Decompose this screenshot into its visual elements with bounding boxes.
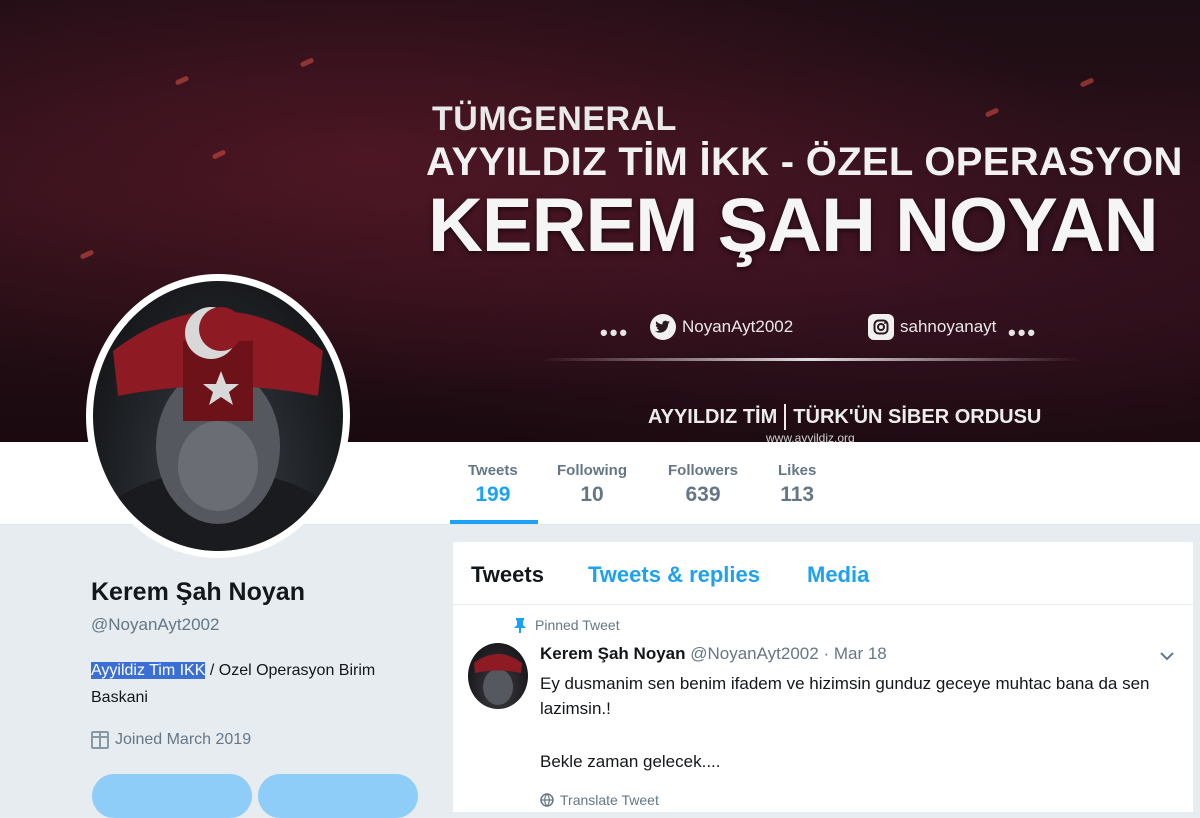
tweet-author-handle[interactable]: @NoyanAyt2002 bbox=[690, 644, 818, 663]
avatar-image bbox=[93, 281, 343, 551]
stat-following[interactable]: Following 10 bbox=[557, 462, 627, 507]
tweet-text: Ey dusmanim sen benim ifadem ve hizimsin… bbox=[540, 674, 1150, 718]
instagram-icon bbox=[868, 314, 894, 340]
tab-tweets-and-replies[interactable]: Tweets & replies bbox=[588, 562, 760, 588]
ember-decoration bbox=[174, 75, 190, 86]
tweet-header: Kerem Şah Noyan @NoyanAyt2002 · Mar 18 bbox=[540, 644, 887, 664]
tweet-author-avatar[interactable] bbox=[468, 643, 528, 709]
calendar-icon bbox=[91, 731, 109, 749]
tab-media[interactable]: Media bbox=[807, 562, 869, 588]
joined-date: Joined March 2019 bbox=[91, 731, 251, 749]
pinned-tweet-label: Pinned Tweet bbox=[513, 617, 620, 633]
chevron-down-icon[interactable] bbox=[1159, 648, 1175, 664]
profile-handle: @NoyanAyt2002 bbox=[91, 615, 220, 634]
banner-footer-separator bbox=[784, 404, 787, 430]
follow-button[interactable] bbox=[92, 774, 252, 818]
stat-followers[interactable]: Followers 639 bbox=[668, 462, 738, 507]
banner-unit: AYYILDIZ TİM İKK - ÖZEL OPERASYON bbox=[426, 140, 1183, 184]
stat-followers-value: 639 bbox=[685, 483, 721, 506]
banner-instagram-handle: sahnoyanayt bbox=[900, 317, 997, 336]
profile-bio: Ayyildiz Tim IKK / Ozel Operasyon Birim … bbox=[91, 657, 421, 711]
timeline-tabs: Tweets Tweets & replies Media bbox=[453, 542, 1193, 605]
banner-footer: AYYILDIZ TİM TÜRK'ÜN SİBER ORDUSU bbox=[648, 404, 1041, 430]
banner-divider bbox=[540, 358, 1080, 361]
ember-decoration bbox=[984, 107, 1000, 118]
stat-likes-value: 113 bbox=[780, 483, 815, 506]
stat-likes-label: Likes bbox=[778, 462, 817, 479]
tweet-avatar-illustration bbox=[474, 654, 522, 705]
active-stat-underline bbox=[450, 520, 538, 524]
profile-name: Kerem Şah Noyan bbox=[91, 578, 305, 606]
banner-footer-right: TÜRK'ÜN SİBER ORDUSU bbox=[793, 405, 1042, 428]
stat-tweets-value: 199 bbox=[475, 483, 511, 506]
translate-tweet[interactable]: Translate Tweet bbox=[540, 792, 659, 808]
tweet-text-second: Bekle zaman gelecek.... bbox=[540, 752, 721, 771]
stat-following-value: 10 bbox=[580, 483, 604, 506]
banner-twitter-handle: NoyanAyt2002 bbox=[682, 317, 794, 336]
ember-decoration bbox=[299, 57, 315, 68]
stat-tweets-label: Tweets bbox=[468, 462, 518, 479]
banner-rank: TÜMGENERAL bbox=[432, 100, 677, 138]
profile-avatar[interactable] bbox=[86, 274, 350, 558]
banner-name: KEREM ŞAH NOYAN bbox=[428, 183, 1159, 268]
masked-figure-illustration bbox=[98, 307, 338, 551]
translate-tweet-label: Translate Tweet bbox=[560, 792, 659, 808]
banner-twitter: NoyanAyt2002 bbox=[650, 314, 793, 340]
tab-tweets[interactable]: Tweets bbox=[471, 562, 544, 588]
twitter-bird-icon bbox=[650, 314, 676, 340]
banner-url: www.ayyildiz.org bbox=[766, 431, 855, 442]
stat-followers-label: Followers bbox=[668, 462, 739, 479]
tweet-author-name[interactable]: Kerem Şah Noyan bbox=[540, 644, 686, 663]
banner-instagram: sahnoyanayt bbox=[868, 314, 996, 340]
ember-decoration bbox=[211, 149, 227, 160]
banner-social-row: ••• NoyanAyt2002 sahnoyanayt ••• bbox=[600, 312, 1160, 346]
banner-footer-left: AYYILDIZ TİM bbox=[648, 405, 778, 428]
ember-decoration bbox=[1079, 77, 1095, 88]
stat-tweets[interactable]: Tweets 199 bbox=[468, 462, 518, 507]
joined-date-text: Joined March 2019 bbox=[115, 731, 252, 748]
stat-likes[interactable]: Likes 113 bbox=[778, 462, 816, 507]
dots-decoration: ••• bbox=[600, 320, 630, 345]
stat-following-label: Following bbox=[557, 462, 627, 479]
pin-icon bbox=[514, 618, 526, 633]
globe-icon bbox=[540, 793, 554, 807]
timeline: Tweets Tweets & replies Media Pinned Twe… bbox=[452, 541, 1194, 813]
pinned-tweet-text: Pinned Tweet bbox=[535, 617, 620, 633]
dots-decoration: ••• bbox=[1008, 320, 1038, 345]
ember-decoration bbox=[79, 249, 95, 260]
tweet-date[interactable]: · Mar 18 bbox=[823, 644, 886, 663]
bio-highlighted-text: Ayyildiz Tim IKK bbox=[91, 662, 206, 679]
message-button[interactable] bbox=[258, 774, 418, 818]
